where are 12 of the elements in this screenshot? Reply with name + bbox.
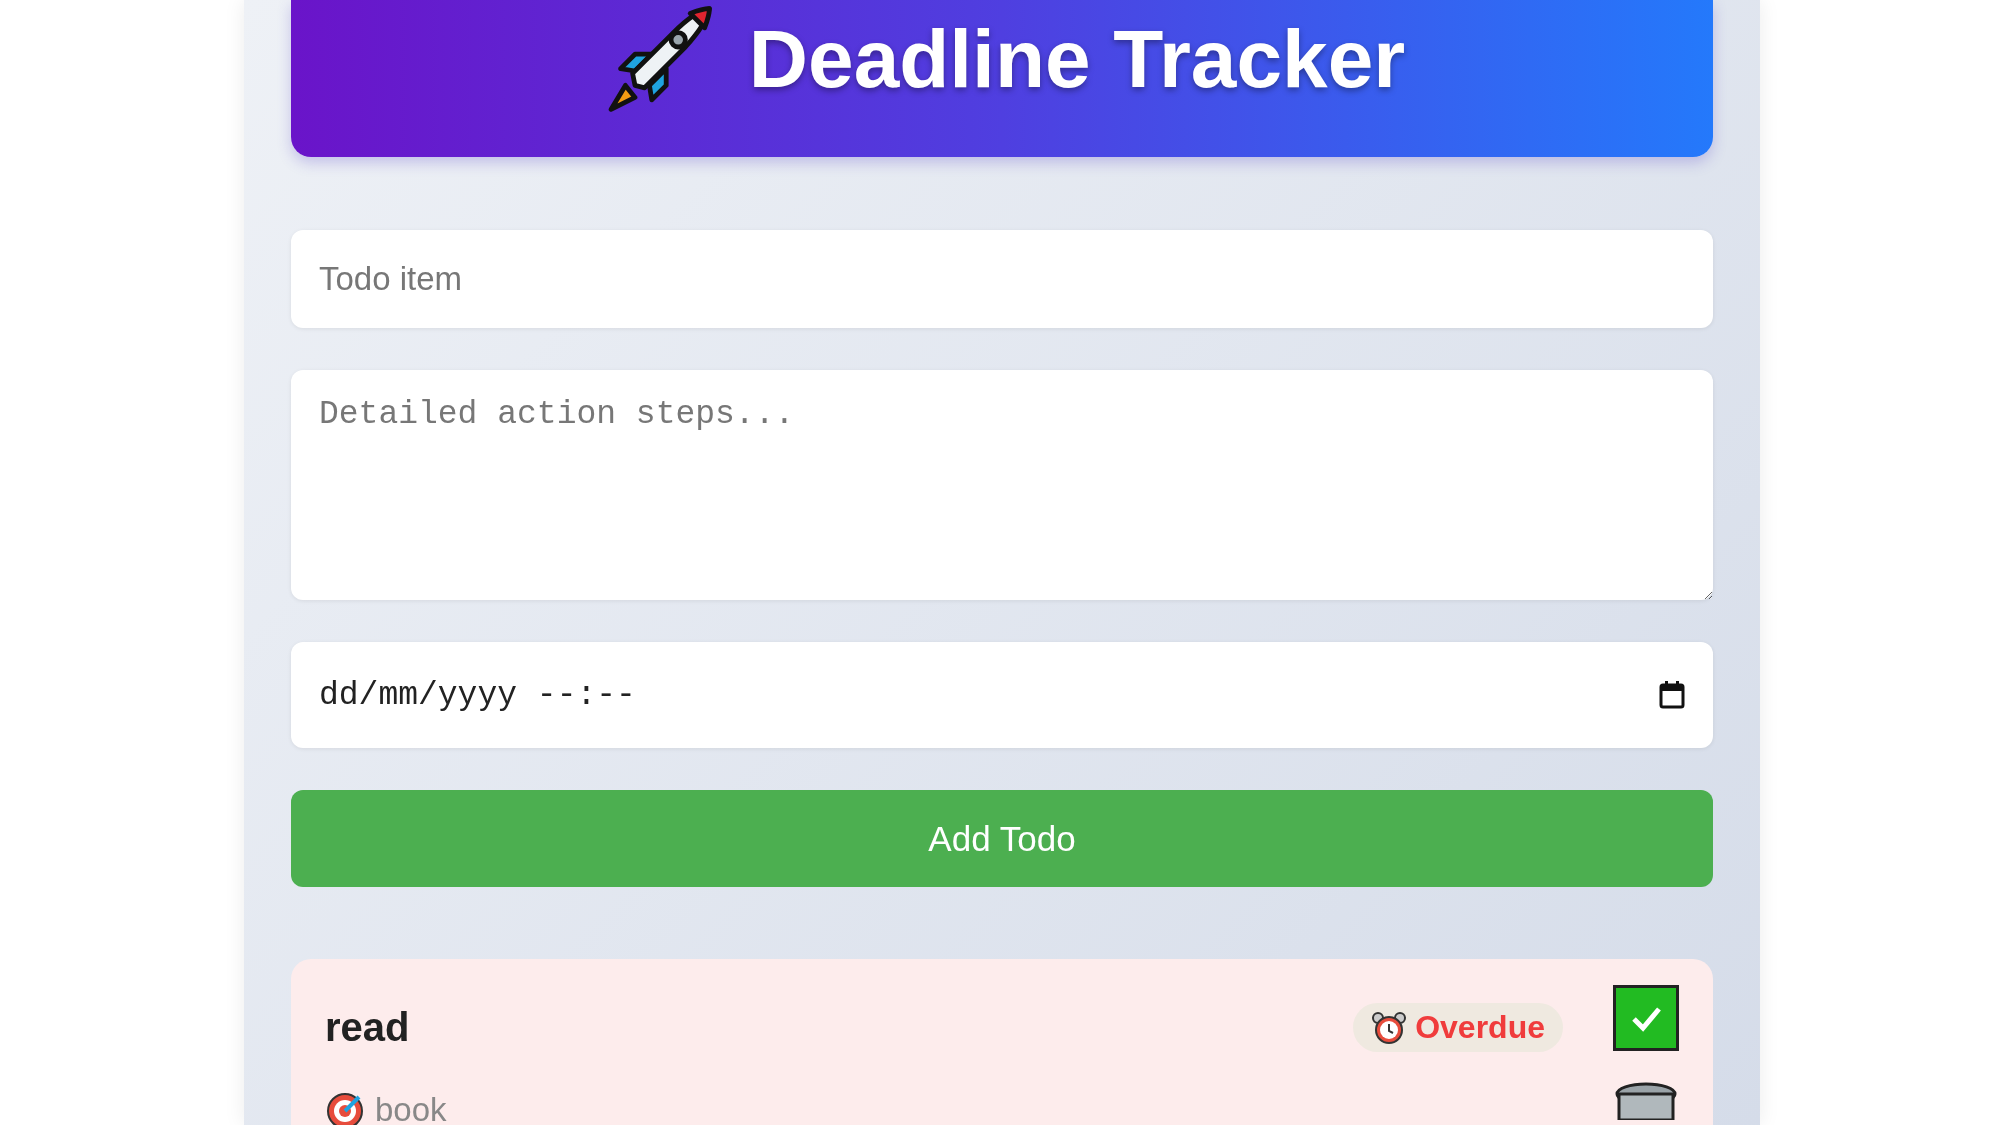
alarm-clock-icon [1371,1009,1408,1046]
overdue-badge: Overdue [1353,1003,1563,1053]
todo-input-field[interactable]: Todo item [291,230,1713,328]
todo-note: book [375,1091,447,1125]
calendar-icon[interactable] [1659,681,1685,709]
target-icon [325,1090,365,1125]
action-steps-field[interactable]: Detailed action steps... [291,370,1713,600]
trash-icon[interactable] [1613,1080,1679,1121]
todo-title: read [325,1005,411,1051]
date-time-field[interactable]: dd/mm/yyyy --:-- [291,642,1713,748]
app-title: Deadline Tracker [748,11,1406,106]
complete-button[interactable] [1613,985,1679,1051]
